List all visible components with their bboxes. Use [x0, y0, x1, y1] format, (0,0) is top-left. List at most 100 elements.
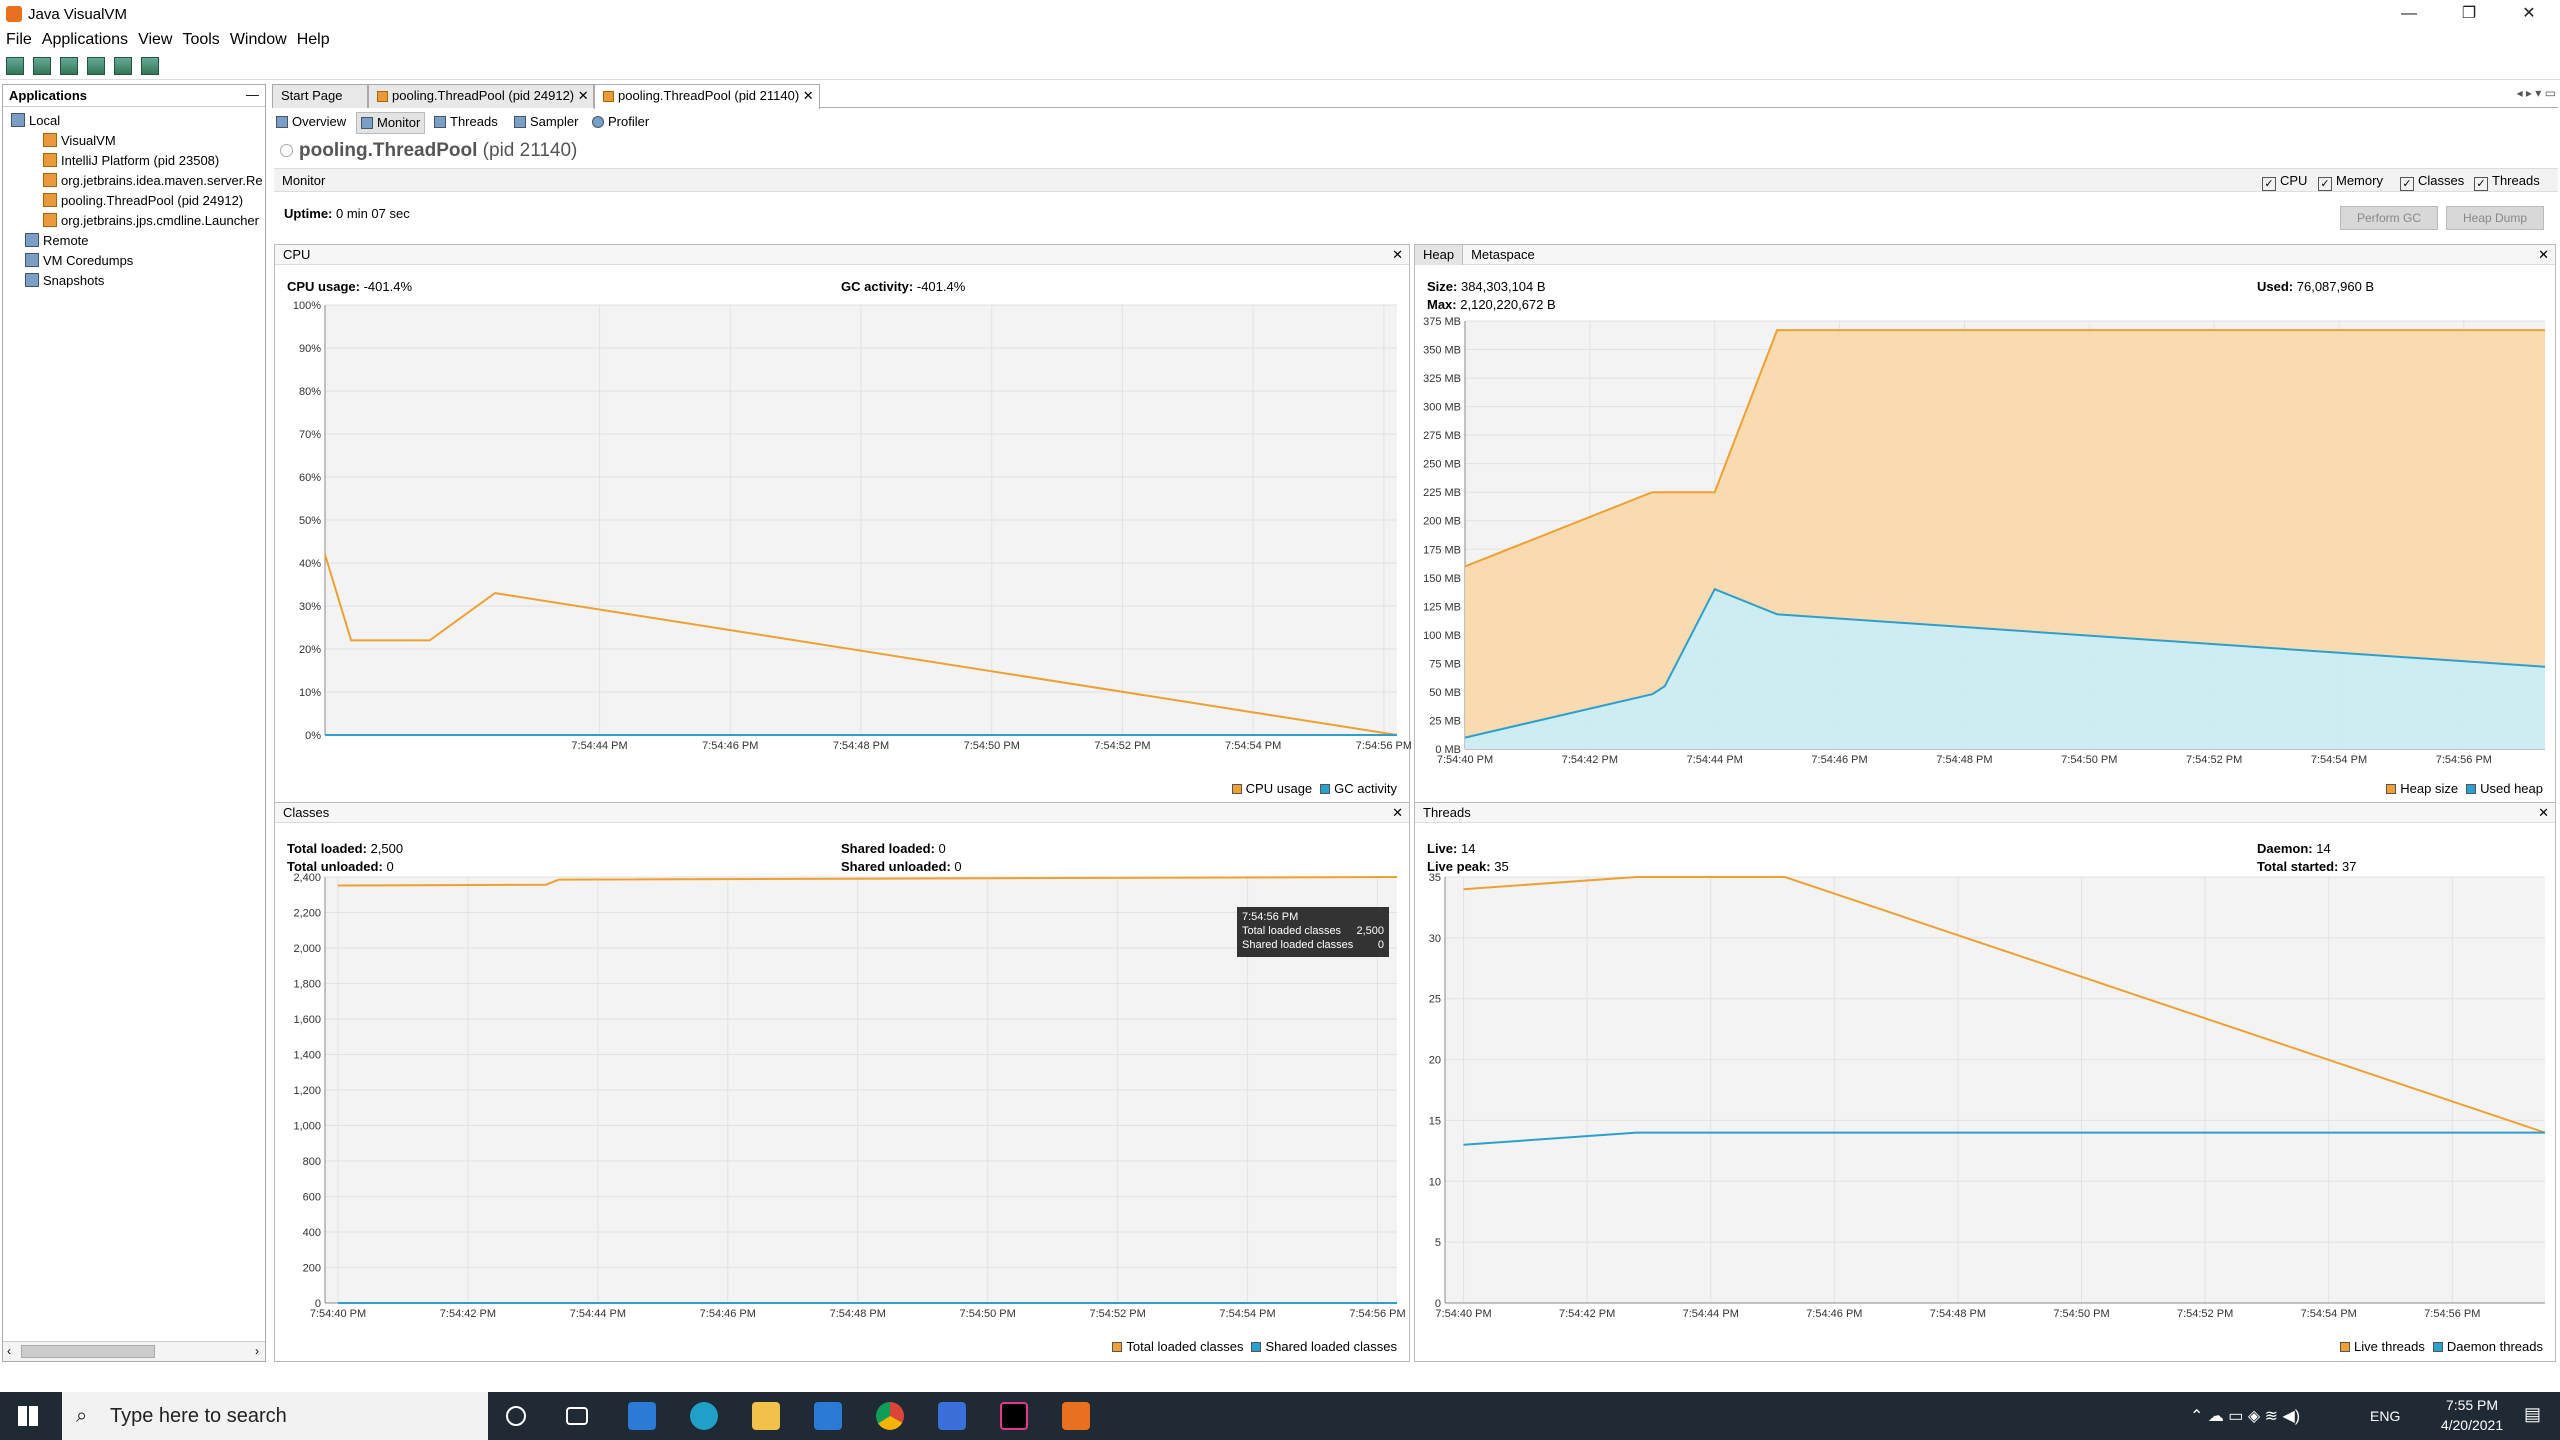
perform-gc-button[interactable]: Perform GC: [2340, 206, 2438, 230]
subtab-label: Sampler: [530, 114, 579, 129]
tree-remote[interactable]: Remote: [25, 233, 89, 248]
notification-icon[interactable]: ▤: [2524, 1404, 2541, 1425]
minimize-button[interactable]: —: [2380, 0, 2438, 28]
heap-dump-button[interactable]: Heap Dump: [2446, 206, 2544, 230]
threads-checkbox[interactable]: ✓ Threads: [2474, 173, 2540, 191]
subtab-label: Overview: [292, 114, 347, 129]
close-panel-icon[interactable]: ✕: [1392, 245, 1403, 265]
threads-panel-header: Threads ✕: [1415, 803, 2555, 823]
tree-local[interactable]: Local: [11, 113, 60, 128]
cpu-checkbox[interactable]: ✓ CPU: [2262, 173, 2307, 191]
y-tick-label: 30: [1429, 933, 1441, 945]
close-tab-icon[interactable]: ✕: [578, 88, 589, 103]
close-panel-icon[interactable]: ✕: [2538, 803, 2549, 823]
tray-icons[interactable]: ⌃ ☁ ▭ ◈ ≋ ◀): [2190, 1406, 2300, 1426]
tab-metaspace[interactable]: Metaspace: [1463, 247, 1543, 262]
taskbar-search[interactable]: ⌕ Type here to search: [62, 1392, 488, 1440]
add-jmx-icon[interactable]: [6, 57, 24, 75]
subtab-threads[interactable]: Threads: [434, 112, 498, 132]
y-tick-label: 2,200: [293, 908, 321, 920]
tab-nav-icons[interactable]: ◂ ▸ ▾ ▭: [2517, 86, 2556, 100]
menu-help[interactable]: Help: [297, 28, 330, 52]
x-tick-label: 7:54:44 PM: [570, 1308, 626, 1320]
visualvm-taskbar-icon[interactable]: [1062, 1402, 1090, 1430]
y-tick-label: 275 MB: [1423, 430, 1461, 442]
tab-heap[interactable]: Heap: [1415, 245, 1464, 265]
memory-checkbox[interactable]: ✓ Memory: [2318, 173, 2383, 191]
cpu-chart: 0% 10% 20% 30% 40% 50% 60% 70% 80% 90% 100% 7:54:44…: [275, 297, 1411, 767]
y-tick-label: 200 MB: [1423, 516, 1461, 528]
language-indicator[interactable]: ENG: [2370, 1408, 2400, 1424]
stat-label: Size:: [1427, 279, 1458, 294]
check-icon: ✓: [2318, 177, 2332, 191]
y-tick-label: 150 MB: [1423, 573, 1461, 585]
tree-jps[interactable]: org.jetbrains.jps.cmdline.Launcher: [43, 213, 259, 228]
y-tick-label: 25 MB: [1429, 715, 1461, 727]
add-remote-icon[interactable]: [33, 57, 51, 75]
scroll-thumb[interactable]: [21, 1345, 155, 1358]
horizontal-scrollbar[interactable]: ‹ ›: [3, 1341, 265, 1361]
load-icon[interactable]: [141, 57, 159, 75]
tab-pool-21140[interactable]: pooling.ThreadPool (pid 21140) ✕: [594, 84, 820, 109]
x-tick-label: 7:54:44 PM: [1687, 754, 1743, 765]
minimize-panel-icon[interactable]: —: [246, 87, 259, 102]
snapshot-icon[interactable]: [114, 57, 132, 75]
close-button[interactable]: ✕: [2500, 0, 2558, 28]
subtab-profiler[interactable]: Profiler: [592, 112, 649, 132]
tree-maven[interactable]: org.jetbrains.idea.maven.server.Re: [43, 173, 263, 188]
edge-icon[interactable]: [690, 1402, 718, 1430]
scroll-right-icon[interactable]: ›: [255, 1344, 259, 1358]
tree-snapshots[interactable]: Snapshots: [25, 273, 104, 288]
total-loaded-stat: Total loaded: 2,500: [287, 841, 403, 856]
y-tick-label: 60%: [299, 472, 321, 484]
tree-coredumps[interactable]: VM Coredumps: [25, 253, 133, 268]
menu-applications[interactable]: Applications: [42, 28, 128, 52]
task-view-icon[interactable]: [566, 1407, 588, 1425]
stat-value: 14: [2316, 841, 2331, 856]
tooltip-value: 2,500: [1356, 925, 1384, 937]
store-icon[interactable]: [628, 1402, 656, 1430]
x-tick-label: 7:54:48 PM: [1930, 1308, 1986, 1320]
subtab-overview[interactable]: Overview: [276, 112, 346, 132]
legend-swatch: [1320, 784, 1331, 794]
windows-start-icon[interactable]: [18, 1406, 38, 1426]
close-panel-icon[interactable]: ✕: [2538, 245, 2549, 265]
tab-pool-24912[interactable]: pooling.ThreadPool (pid 24912) ✕: [368, 84, 594, 108]
close-panel-icon[interactable]: ✕: [1392, 803, 1403, 823]
x-tick-label: 7:54:52 PM: [1089, 1308, 1145, 1320]
mail-icon[interactable]: [814, 1402, 842, 1430]
stat-label: Max:: [1427, 297, 1457, 312]
intellij-icon[interactable]: [1000, 1402, 1028, 1430]
menu-file[interactable]: File: [6, 28, 32, 52]
tree-pool[interactable]: pooling.ThreadPool (pid 24912): [43, 193, 243, 208]
chrome-icon[interactable]: [876, 1402, 904, 1430]
java-app-icon: [377, 91, 388, 102]
cpu-usage-stat: CPU usage: -401.4%: [287, 279, 412, 294]
tree-visualvm[interactable]: VisualVM: [43, 133, 116, 148]
maximize-button[interactable]: ❐: [2440, 0, 2498, 28]
classes-checkbox[interactable]: ✓ Classes: [2400, 173, 2464, 191]
checkbox-label: CPU: [2280, 173, 2308, 188]
menu-window[interactable]: Window: [230, 28, 287, 52]
file-explorer-icon[interactable]: [752, 1402, 780, 1430]
thread-dump-icon[interactable]: [87, 57, 105, 75]
menu-tools[interactable]: Tools: [182, 28, 219, 52]
applications-panel: Applications — Local VisualVM IntelliJ P…: [2, 84, 266, 1362]
subtab-monitor[interactable]: Monitor: [356, 112, 426, 134]
x-tick-label: 7:54:54 PM: [2311, 754, 2367, 765]
subtab-sampler[interactable]: Sampler: [514, 112, 578, 132]
clock[interactable]: 7:55 PM 4/20/2021: [2432, 1397, 2512, 1433]
app-icon[interactable]: [938, 1402, 966, 1430]
x-tick-label: 7:54:42 PM: [1562, 754, 1618, 765]
heap-dump-icon[interactable]: [60, 57, 78, 75]
chart-svg: 0 MB25 MB50 MB75 MB100 MB125 MB150 MB175…: [1423, 316, 2546, 765]
tree-intellij[interactable]: IntelliJ Platform (pid 23508): [43, 153, 219, 168]
y-tick-label: 375 MB: [1423, 316, 1461, 328]
y-tick-label: 2,000: [293, 943, 321, 955]
close-tab-icon[interactable]: ✕: [803, 88, 814, 103]
cortana-icon[interactable]: [506, 1406, 526, 1426]
tab-label: Start Page: [281, 88, 343, 103]
menu-view[interactable]: View: [138, 28, 172, 52]
scroll-left-icon[interactable]: ‹: [7, 1344, 11, 1358]
tab-start-page[interactable]: Start Page: [272, 84, 368, 108]
